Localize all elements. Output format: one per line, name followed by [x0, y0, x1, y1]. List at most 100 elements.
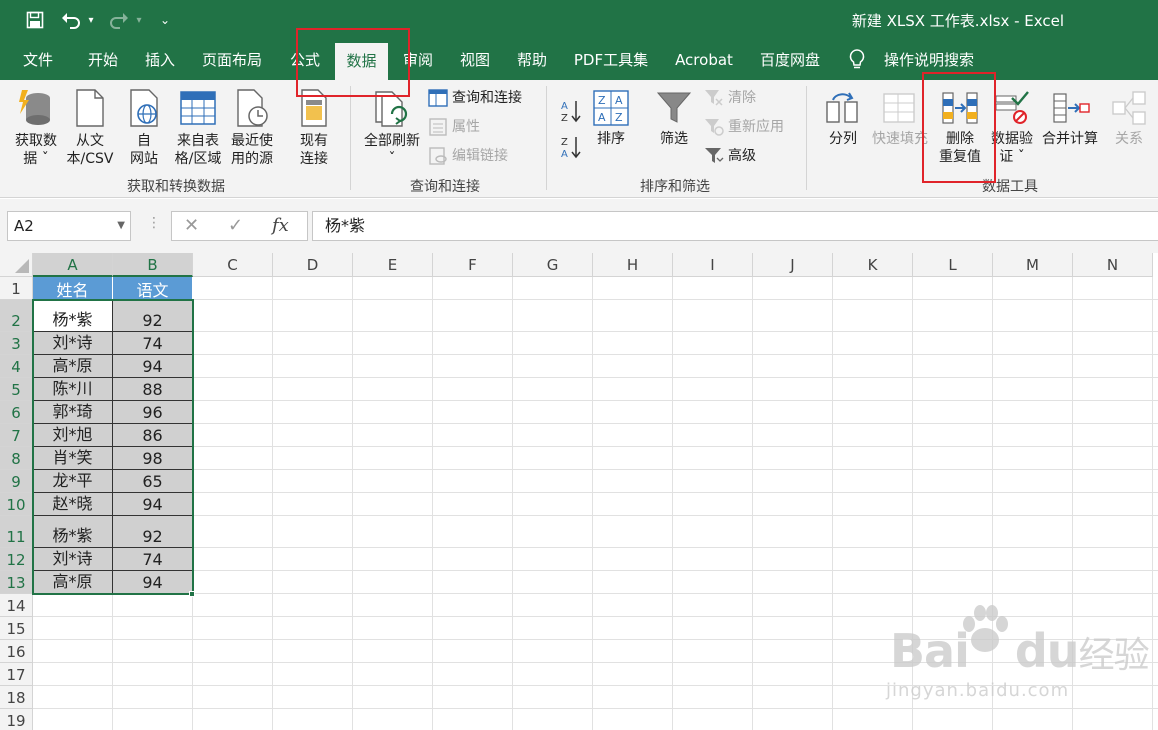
row-header[interactable]: 18	[0, 686, 33, 709]
consolidate-button[interactable]: 合并计算	[1038, 90, 1102, 148]
undo-icon[interactable]	[58, 8, 84, 32]
row-header[interactable]: 6	[0, 401, 33, 424]
row-header[interactable]: 13	[0, 571, 33, 594]
sort-descending-button[interactable]: ZA	[558, 134, 584, 165]
row-header[interactable]: 8	[0, 447, 33, 470]
tab-view[interactable]: 视图	[452, 40, 498, 80]
undo-dropdown-icon[interactable]: ▾	[84, 8, 98, 32]
enter-icon[interactable]: ✓	[228, 215, 243, 236]
table-cell[interactable]: 74	[113, 548, 193, 571]
row-header[interactable]: 11	[0, 516, 33, 548]
table-cell[interactable]: 96	[113, 401, 193, 424]
row-header[interactable]: 16	[0, 640, 33, 663]
insert-function-icon[interactable]: fx	[272, 215, 289, 236]
tab-baidu-netdisk[interactable]: 百度网盘	[752, 40, 828, 80]
queries-connections-button[interactable]: 查询和连接	[428, 87, 522, 109]
column-header[interactable]: G	[513, 253, 593, 277]
table-cell[interactable]: 65	[113, 470, 193, 493]
existing-connections-button[interactable]: 现有 连接	[290, 88, 338, 168]
column-header[interactable]: B	[113, 253, 193, 277]
tab-help[interactable]: 帮助	[508, 40, 556, 80]
fill-handle[interactable]	[189, 591, 195, 597]
table-cell[interactable]: 86	[113, 424, 193, 447]
column-header[interactable]: K	[833, 253, 913, 277]
row-header[interactable]: 7	[0, 424, 33, 447]
grid-line	[33, 708, 1158, 709]
name-box-dropdown-icon[interactable]: ▼	[117, 212, 125, 240]
table-cell[interactable]: 94	[113, 493, 193, 516]
sort-az-icon: AZ	[561, 101, 581, 124]
row-header[interactable]: 1	[0, 277, 33, 300]
column-header[interactable]: F	[433, 253, 513, 277]
advanced-filter-button[interactable]: 高级	[704, 145, 756, 167]
column-header[interactable]: D	[273, 253, 353, 277]
customize-icon[interactable]: ⌄	[156, 8, 174, 32]
table-cell[interactable]: 92	[113, 300, 193, 332]
from-text-csv-button[interactable]: 从文 本/CSV	[64, 88, 116, 168]
refresh-all-button[interactable]: 全部刷新 ˇ	[358, 88, 426, 168]
row-header[interactable]: 2	[0, 300, 33, 332]
paw-icon	[963, 605, 1008, 652]
tab-acrobat[interactable]: Acrobat	[666, 40, 742, 80]
consolidate-icon	[1053, 93, 1090, 123]
column-header[interactable]: J	[753, 253, 833, 277]
table-header-cell[interactable]: 语文	[113, 277, 193, 300]
row-header[interactable]: 4	[0, 355, 33, 378]
grid-line	[33, 593, 1158, 594]
table-cell[interactable]: 88	[113, 378, 193, 401]
column-header[interactable]: L	[913, 253, 993, 277]
sort-button[interactable]: ZAAZ 排序	[588, 90, 634, 148]
tab-file[interactable]: 文件	[14, 40, 62, 80]
filter-button[interactable]: 筛选	[652, 90, 696, 148]
table-cell[interactable]: 92	[113, 516, 193, 548]
column-header[interactable]: C	[193, 253, 273, 277]
table-cell[interactable]: 杨*紫	[33, 516, 113, 548]
select-all-corner[interactable]	[0, 253, 33, 277]
row-header[interactable]: 5	[0, 378, 33, 401]
tab-insert[interactable]: 插入	[136, 40, 184, 80]
row-header[interactable]: 15	[0, 617, 33, 640]
from-web-button[interactable]: 自网站	[122, 88, 166, 168]
table-cell[interactable]: 高*原	[33, 571, 113, 594]
table-cell[interactable]: 杨*紫	[33, 300, 113, 332]
tab-home[interactable]: 开始	[78, 40, 128, 80]
recent-sources-button[interactable]: 最近使 用的源	[226, 88, 278, 168]
text-to-columns-icon	[826, 92, 858, 123]
tab-pdf-tools[interactable]: PDF工具集	[566, 40, 656, 80]
column-header[interactable]: H	[593, 253, 673, 277]
row-header[interactable]: 12	[0, 548, 33, 571]
column-header[interactable]: A	[33, 253, 113, 277]
relationships-button: 关系	[1106, 90, 1152, 148]
advanced-filter-icon	[705, 148, 724, 163]
web-icon	[130, 89, 158, 127]
from-table-button[interactable]: 来自表 格/区域	[170, 88, 226, 168]
table-cell[interactable]: 94	[113, 355, 193, 378]
save-icon[interactable]	[22, 8, 48, 32]
column-header[interactable]: E	[353, 253, 433, 277]
row-header[interactable]: 17	[0, 663, 33, 686]
table-cell[interactable]: 94	[113, 571, 193, 594]
column-header[interactable]: I	[673, 253, 753, 277]
grid-line	[33, 331, 1158, 332]
formula-input[interactable]: 杨*紫	[312, 211, 1158, 241]
svg-text:Z: Z	[598, 94, 606, 107]
row-header[interactable]: 9	[0, 470, 33, 493]
column-header[interactable]: N	[1073, 253, 1153, 277]
title-bar: ▾ ▾ ⌄ 新建 XLSX 工作表.xlsx - Excel	[0, 0, 1158, 40]
cancel-icon[interactable]: ✕	[184, 215, 199, 236]
get-data-button[interactable]: 获取数据 ˇ	[8, 88, 64, 168]
table-cell[interactable]: 98	[113, 447, 193, 470]
table-cell[interactable]: 赵*晓	[33, 493, 113, 516]
name-box[interactable]: A2 ▼	[7, 211, 131, 241]
filter-icon	[656, 92, 692, 123]
text-to-columns-button[interactable]: 分列	[820, 90, 866, 148]
row-header[interactable]: 3	[0, 332, 33, 355]
column-header[interactable]: M	[993, 253, 1073, 277]
tab-page-layout[interactable]: 页面布局	[194, 40, 270, 80]
table-header-cell[interactable]: 姓名	[33, 277, 113, 300]
sort-ascending-button[interactable]: AZ	[558, 98, 584, 129]
row-header[interactable]: 19	[0, 709, 33, 730]
table-cell[interactable]: 74	[113, 332, 193, 355]
row-header[interactable]: 10	[0, 493, 33, 516]
row-header[interactable]: 14	[0, 594, 33, 617]
